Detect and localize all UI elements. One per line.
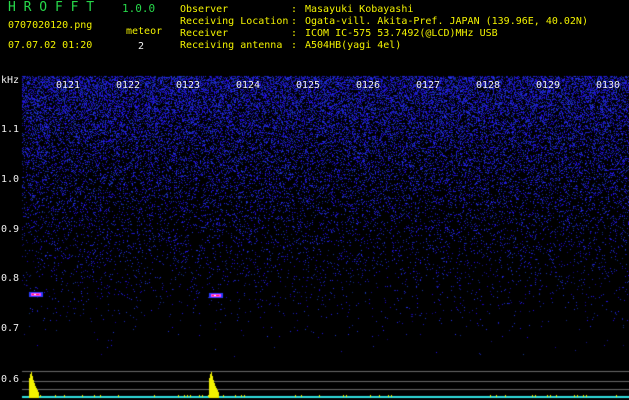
x-tick: 0121 (56, 80, 81, 91)
meteor-label: meteor (126, 26, 163, 37)
x-tick: 0124 (236, 80, 261, 91)
info-value: A504HB(yagi 4el) (305, 40, 402, 51)
x-tick: 0125 (296, 80, 321, 91)
info-value: Masayuki Kobayashi (305, 4, 414, 15)
y-tick: 0.8 (1, 273, 20, 284)
y-tick: 0.6 (1, 374, 20, 385)
x-tick: 0123 (176, 80, 201, 91)
x-tick: 0127 (416, 80, 441, 91)
app-title: H R O F F T (8, 0, 95, 15)
y-axis-unit: kHz (1, 75, 20, 86)
y-tick: 1.1 (1, 124, 20, 135)
info-key: Receiving antenna (180, 40, 283, 51)
x-tick: 0122 (116, 80, 141, 91)
info-value: ICOM IC-575 53.7492(@LCD)MHz USB (305, 28, 498, 39)
app-version: 1.0.0 (122, 2, 156, 15)
info-key: Receiver (180, 28, 229, 39)
spectrogram-canvas (0, 0, 629, 400)
file-name: 0707020120.png (8, 20, 93, 31)
y-tick: 1.0 (1, 174, 20, 185)
info-value: Ogata-vill. Akita-Pref. JAPAN (139.96E, … (305, 16, 588, 27)
y-tick: 0.7 (1, 323, 20, 334)
x-tick: 0129 (536, 80, 561, 91)
meteor-count: 2 (138, 41, 145, 52)
info-key: Observer (180, 4, 229, 15)
info-colon: : (291, 4, 298, 15)
x-tick: 0130 (596, 80, 621, 91)
x-tick: 0128 (476, 80, 501, 91)
info-key: Receiving Location (180, 16, 289, 27)
info-colon: : (291, 16, 298, 27)
x-tick: 0126 (356, 80, 381, 91)
info-colon: : (291, 28, 298, 39)
file-datetime: 07.07.02 01:20 (8, 40, 93, 51)
info-colon: : (291, 40, 298, 51)
hrofft-window: H R O F F T 1.0.0 0707020120.png meteor … (0, 0, 629, 400)
y-tick: 0.9 (1, 224, 20, 235)
